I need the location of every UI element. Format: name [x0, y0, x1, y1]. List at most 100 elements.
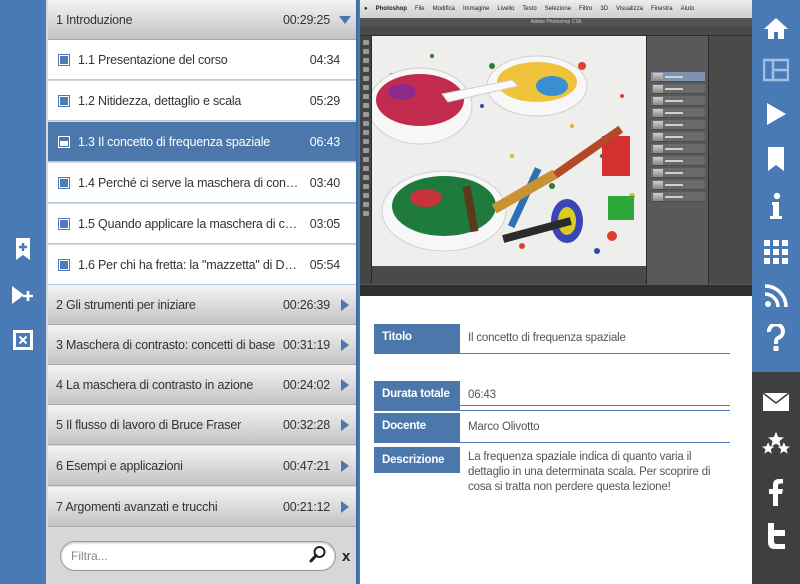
- chapter-row-4[interactable]: 4 La maschera di contrasto in azione 00:…: [48, 365, 356, 405]
- lesson-duration: 06:43: [309, 134, 340, 149]
- grid-icon[interactable]: [762, 238, 790, 266]
- info-value: Marco Olivotto: [468, 421, 540, 433]
- left-toolbar: [0, 0, 46, 584]
- chapter-title: 4 La maschera di contrasto in azione: [56, 377, 254, 392]
- lesson-row-1-6[interactable]: 1.6 Per chi ha fretta: la "mazzetta" di …: [48, 245, 356, 285]
- bookmark-icon[interactable]: [762, 145, 790, 173]
- photoshop-window: Adobe Photoshop CS6: [360, 18, 752, 284]
- dock: [360, 284, 752, 296]
- lesson-duration: 03:05: [309, 216, 340, 231]
- tools-panel: [360, 36, 372, 284]
- lesson-duration: 03:40: [309, 175, 340, 190]
- add-bookmark-icon[interactable]: [10, 236, 36, 262]
- mac-menubar: ● Photoshop File Modifica Immagine Livel…: [360, 0, 752, 18]
- mail-icon[interactable]: [762, 388, 790, 416]
- video-frame: ● Photoshop File Modifica Immagine Livel…: [360, 0, 752, 296]
- chapter-title: 3 Maschera di contrasto: concetti di bas…: [56, 337, 276, 352]
- filter-bar: x: [48, 528, 356, 584]
- info-title-row: Titolo Il concetto di frequenza spaziale: [374, 324, 730, 354]
- chapter-row-7[interactable]: 7 Argomenti avanzati e trucchi 00:21:12: [48, 487, 356, 527]
- menu-item: Livello: [497, 6, 515, 12]
- lesson-title: 1.6 Per chi ha fretta: la "mazzetta" di …: [78, 257, 300, 272]
- menu-item: Photoshop: [375, 6, 407, 12]
- home-icon[interactable]: [762, 14, 790, 42]
- window-title: Adobe Photoshop CS6: [360, 18, 752, 26]
- video-player[interactable]: ● Photoshop File Modifica Immagine Livel…: [360, 0, 752, 296]
- options-bar: [360, 26, 752, 36]
- help-icon[interactable]: [762, 324, 790, 352]
- chapter-duration: 00:24:02: [282, 377, 330, 392]
- menu-item: Selezione: [544, 6, 572, 12]
- info-label: Titolo: [374, 324, 460, 353]
- chapter-title: 2 Gli strumenti per iniziare: [56, 297, 196, 312]
- twitter-icon[interactable]: [762, 522, 790, 550]
- menu-item: 3D: [600, 6, 609, 12]
- add-note-icon[interactable]: [10, 282, 36, 308]
- chapter-row-1[interactable]: 1 Introduzione 00:29:25: [48, 0, 356, 40]
- lesson-row-1-5[interactable]: 1.5 Quando applicare la maschera di cont…: [48, 204, 356, 244]
- menu-item: Visualizza: [616, 6, 643, 12]
- menu-item: Immagine: [462, 6, 490, 12]
- chapter-duration: 00:32:28: [282, 417, 330, 432]
- chevron-right-icon[interactable]: [334, 378, 356, 391]
- chapter-title: 7 Argomenti avanzati e trucchi: [56, 499, 218, 514]
- play-icon[interactable]: [762, 100, 790, 128]
- apple-icon: ●: [364, 6, 368, 12]
- menu-item: Finestra: [650, 6, 673, 12]
- lesson-title: 1.4 Perché ci serve la maschera di contr…: [78, 175, 300, 190]
- chevron-right-icon[interactable]: [334, 459, 356, 472]
- info-teacher-row: Docente Marco Olivotto: [374, 413, 730, 443]
- chevron-right-icon[interactable]: [334, 418, 356, 431]
- chapter-row-2[interactable]: 2 Gli strumenti per iniziare 00:26:39: [48, 285, 356, 325]
- menu-item: Testo: [522, 6, 537, 12]
- chapter-duration: 00:21:12: [282, 499, 330, 514]
- menu-item: Filtro: [579, 6, 593, 12]
- info-duration-row: Durata totale 06:43: [374, 381, 730, 411]
- info-icon[interactable]: [762, 192, 790, 220]
- stars-icon[interactable]: [762, 430, 790, 458]
- lesson-row-1-1[interactable]: 1.1 Presentazione del corso 04:34: [48, 40, 356, 80]
- lesson-info-panel: Titolo Il concetto di frequenza spaziale…: [360, 296, 752, 584]
- close-box-icon[interactable]: [10, 327, 36, 353]
- side-panels: [708, 36, 752, 284]
- chevron-right-icon[interactable]: [334, 298, 356, 311]
- lesson-row-1-4[interactable]: 1.4 Perché ci serve la maschera di contr…: [48, 163, 356, 203]
- menu-item: File: [414, 6, 425, 12]
- info-value: 06:43: [468, 389, 496, 401]
- filter-input[interactable]: [71, 549, 309, 563]
- lesson-row-1-3[interactable]: 1.3 Il concetto di frequenza spaziale 06…: [48, 122, 356, 162]
- chapter-duration: 00:47:21: [282, 458, 330, 473]
- chapter-row-3[interactable]: 3 Maschera di contrasto: concetti di bas…: [48, 325, 356, 365]
- lesson-duration: 04:34: [309, 52, 340, 67]
- chevron-right-icon[interactable]: [334, 338, 356, 351]
- info-label: Durata totale: [374, 381, 460, 410]
- chapter-list: 1 Introduzione 00:29:25 1.1 Presentazion…: [46, 0, 358, 584]
- chapter-duration: 00:26:39: [282, 297, 330, 312]
- chevron-down-icon[interactable]: [334, 15, 356, 24]
- video-playing-icon: [58, 135, 70, 148]
- menu-item: Modifica: [432, 6, 455, 12]
- search-icon[interactable]: [309, 545, 327, 568]
- chevron-right-icon[interactable]: [334, 500, 356, 513]
- info-value: La frequenza spaziale indica di quanto v…: [468, 451, 711, 493]
- chapter-title: 5 Il flusso di lavoro di Bruce Fraser: [56, 417, 242, 432]
- chapter-title: 6 Esempi e applicazioni: [56, 458, 183, 473]
- info-label: Docente: [374, 413, 460, 442]
- layout-icon[interactable]: [762, 56, 790, 84]
- chapter-title: 1 Introduzione: [56, 12, 133, 27]
- clear-filter-button[interactable]: x: [342, 548, 350, 565]
- chapter-row-6[interactable]: 6 Esempi e applicazioni 00:47:21: [48, 446, 356, 486]
- lesson-title: 1.1 Presentazione del corso: [78, 52, 228, 67]
- rss-icon[interactable]: [762, 282, 790, 310]
- status-bar: [372, 266, 646, 284]
- menu-item: Aiuto: [680, 6, 695, 12]
- chapter-duration: 00:29:25: [282, 12, 330, 27]
- layers-panel: [646, 36, 708, 284]
- video-icon: [58, 217, 70, 230]
- lesson-row-1-2[interactable]: 1.2 Nitidezza, dettaglio e scala 05:29: [48, 81, 356, 121]
- chapter-duration: 00:31:19: [282, 337, 330, 352]
- facebook-icon[interactable]: [762, 478, 790, 506]
- lesson-title: 1.3 Il concetto di frequenza spaziale: [78, 134, 271, 149]
- chapter-row-5[interactable]: 5 Il flusso di lavoro di Bruce Fraser 00…: [48, 405, 356, 445]
- paint-photo: [372, 36, 646, 266]
